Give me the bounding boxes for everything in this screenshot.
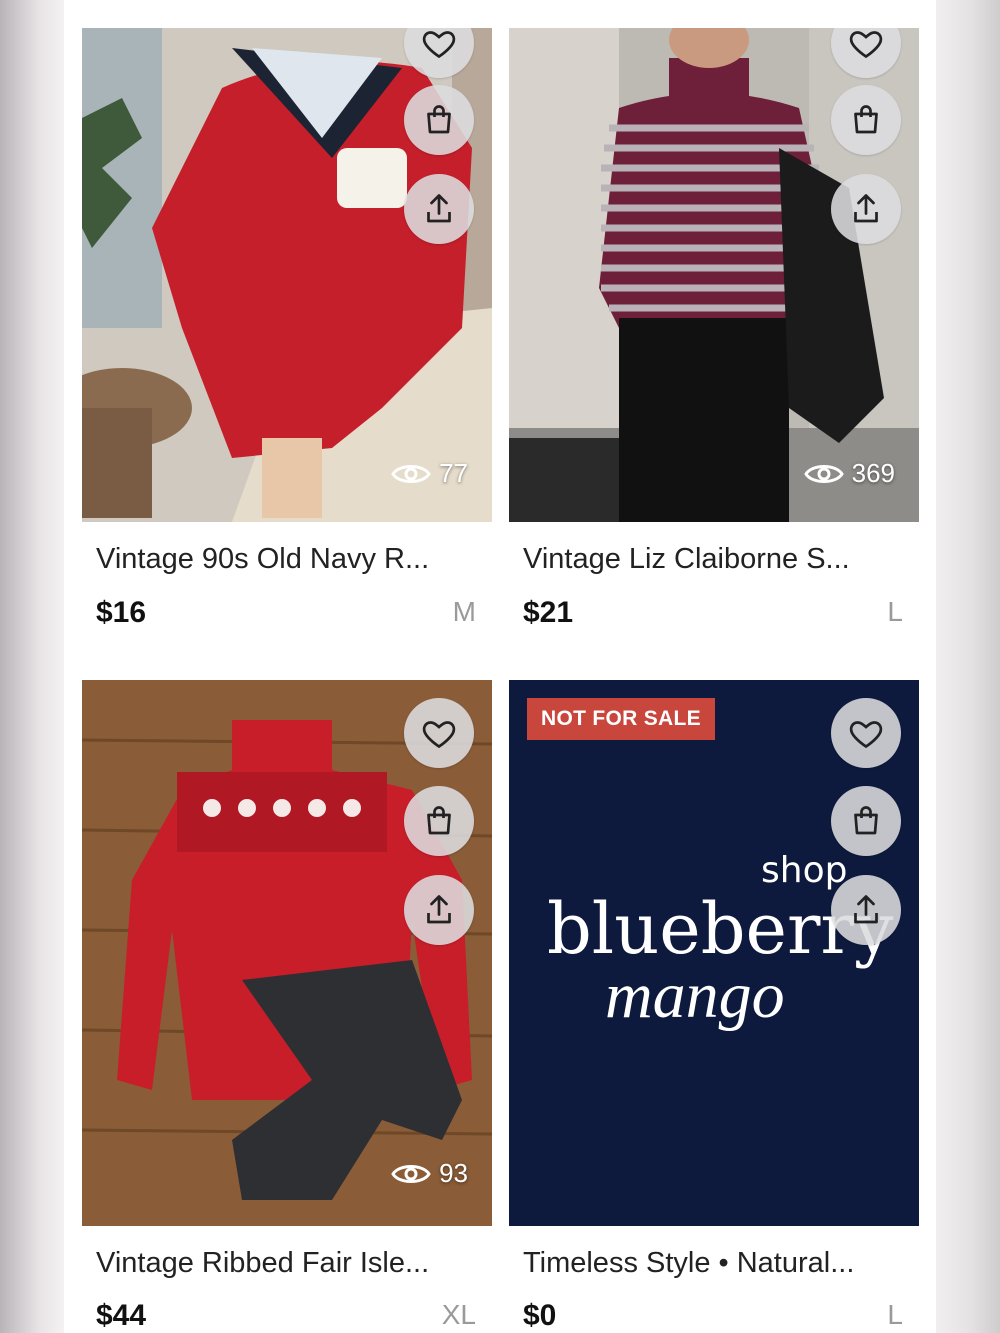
share-button[interactable] bbox=[831, 875, 901, 945]
heart-icon bbox=[849, 31, 883, 59]
not-for-sale-badge: NOT FOR SALE bbox=[527, 698, 715, 740]
shopping-bag-icon bbox=[854, 105, 878, 134]
view-count: 77 bbox=[391, 458, 468, 489]
listing-photo[interactable]: 77 bbox=[82, 28, 492, 522]
view-count: 93 bbox=[391, 1158, 468, 1189]
eye-icon bbox=[391, 1164, 431, 1183]
add-to-bag-button[interactable] bbox=[831, 85, 901, 155]
listing-card[interactable]: 77 Vintage 90s Old Navy R... $16 M bbox=[82, 0, 492, 660]
like-button[interactable] bbox=[404, 698, 474, 768]
share-icon bbox=[854, 895, 878, 924]
listing-photo[interactable]: 93 bbox=[82, 680, 492, 1226]
listing-size: XL bbox=[441, 1299, 476, 1330]
listing-title[interactable]: Timeless Style • Natural... bbox=[523, 1247, 903, 1280]
eye-icon bbox=[803, 464, 844, 483]
listing-price: $21 bbox=[523, 596, 574, 629]
listing-title[interactable]: Vintage 90s Old Navy R... bbox=[96, 543, 476, 576]
share-icon bbox=[427, 194, 451, 223]
listing-price: $16 bbox=[96, 596, 147, 629]
listing-size: L bbox=[887, 1299, 903, 1330]
share-button[interactable] bbox=[404, 174, 474, 244]
view-count: 369 bbox=[803, 458, 895, 489]
listing-price: $44 bbox=[96, 1299, 147, 1332]
view-count-value: 93 bbox=[439, 1158, 468, 1188]
heart-icon bbox=[849, 721, 883, 749]
listing-card[interactable]: NOT FOR SALE shop blueberry mango Timele… bbox=[509, 680, 919, 1333]
listing-card[interactable]: 369 Vintage Liz Claiborne S... $21 L bbox=[509, 0, 919, 660]
add-to-bag-button[interactable] bbox=[404, 786, 474, 856]
like-button[interactable] bbox=[831, 698, 901, 768]
logo-line-mango: mango bbox=[605, 959, 785, 1032]
shopping-bag-icon bbox=[427, 105, 451, 134]
eye-icon bbox=[391, 464, 431, 483]
listing-card[interactable]: 93 Vintage Ribbed Fair Isle... $44 XL bbox=[82, 680, 492, 1333]
view-count-value: 77 bbox=[439, 458, 468, 488]
share-button[interactable] bbox=[831, 174, 901, 244]
listing-title[interactable]: Vintage Ribbed Fair Isle... bbox=[96, 1247, 476, 1280]
logo-line-shop: shop bbox=[761, 850, 848, 891]
share-icon bbox=[427, 895, 451, 924]
shopping-bag-icon bbox=[854, 806, 878, 835]
listing-photo[interactable]: NOT FOR SALE shop blueberry mango bbox=[509, 680, 919, 1226]
listing-photo[interactable]: 369 bbox=[509, 28, 919, 522]
add-to-bag-button[interactable] bbox=[831, 786, 901, 856]
listing-feed: 77 Vintage 90s Old Navy R... $16 M 369 V… bbox=[64, 0, 936, 1333]
share-button[interactable] bbox=[404, 875, 474, 945]
share-icon bbox=[854, 194, 878, 223]
listing-size: L bbox=[887, 596, 903, 627]
listing-title[interactable]: Vintage Liz Claiborne S... bbox=[523, 543, 903, 576]
shopping-bag-icon bbox=[427, 806, 451, 835]
listing-price: $0 bbox=[523, 1299, 557, 1332]
heart-icon bbox=[422, 31, 456, 59]
view-count-value: 369 bbox=[851, 458, 895, 488]
add-to-bag-button[interactable] bbox=[404, 85, 474, 155]
heart-icon bbox=[422, 721, 456, 749]
listing-size: M bbox=[452, 596, 476, 627]
